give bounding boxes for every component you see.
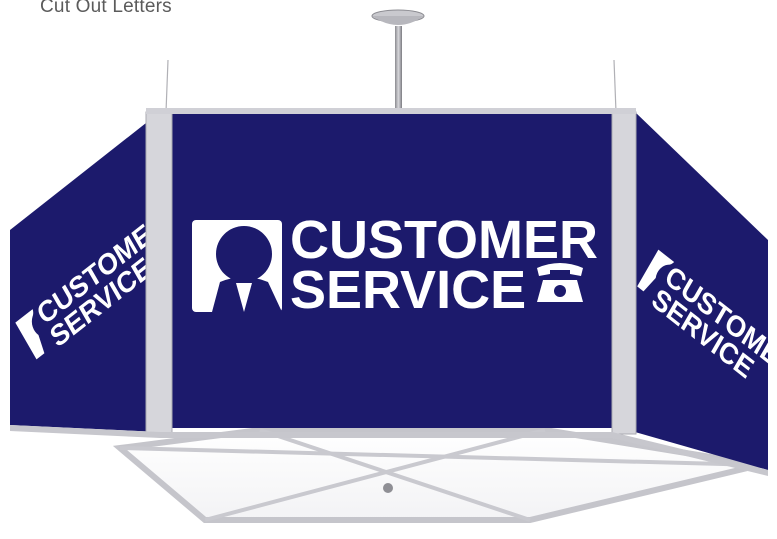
telephone-icon <box>537 263 583 302</box>
suspension-wire-left <box>165 59 169 113</box>
ceiling-canopy <box>371 9 425 108</box>
pendant-sign-scene: CUSTOMER SERVICE CUSTOMER SERVICE CUSTOM… <box>10 9 777 523</box>
bottom-diffuser <box>112 427 761 523</box>
center-panel-line2: SERVICE <box>290 260 526 320</box>
suspension-wire-right <box>613 59 617 113</box>
center-panel: CUSTOMER SERVICE <box>172 112 612 428</box>
person-icon <box>192 220 282 312</box>
right-panel: CUSTOMER SERVICE <box>635 112 777 470</box>
